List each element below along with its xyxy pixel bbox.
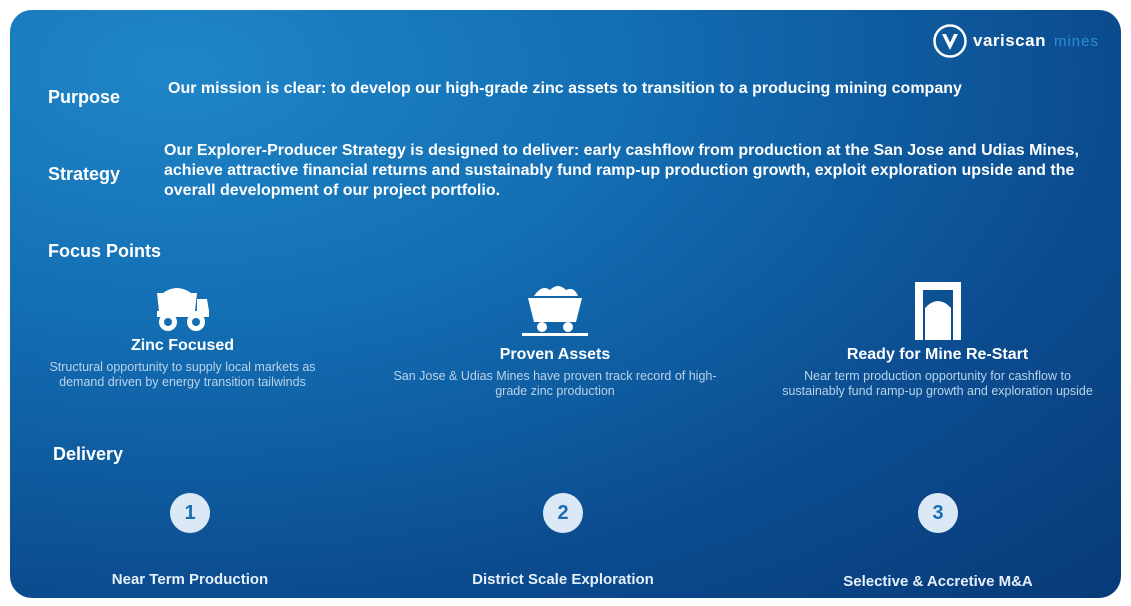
focus-item-mine-restart: Ready for Mine Re-Start Near term produc… xyxy=(780,282,1095,399)
strategy-label: Strategy xyxy=(48,164,121,184)
focus-points-heading: Focus Points xyxy=(48,241,162,261)
focus-description: San Jose & Udias Mines have proven track… xyxy=(393,369,717,398)
purpose-label: Purpose xyxy=(48,87,121,107)
delivery-title: Near Term Production xyxy=(111,571,269,588)
variscan-v-logo-icon xyxy=(933,24,967,58)
delivery-item-2: 2 District Scale Exploration xyxy=(413,493,713,588)
focus-description: Near term production opportunity for cas… xyxy=(782,369,1093,398)
focus-title: Ready for Mine Re-Start xyxy=(846,346,1029,363)
focus-item-zinc: Zinc Focused Structural opportunity to s… xyxy=(30,285,335,390)
focus-title: Zinc Focused xyxy=(130,337,235,354)
number-badge: 2 xyxy=(543,493,583,533)
delivery-heading: Delivery xyxy=(53,444,124,464)
brand-suffix: mines xyxy=(1053,32,1099,50)
slide: variscan mines Purpose Our mission is cl… xyxy=(10,10,1121,598)
strategy-text: Our Explorer-Producer Strategy is design… xyxy=(164,142,1079,199)
delivery-item-1: 1 Near Term Production xyxy=(40,493,340,588)
brand-name: variscan xyxy=(972,31,1046,50)
focus-item-proven-assets: Proven Assets San Jose & Udias Mines hav… xyxy=(390,282,720,399)
focus-description: Structural opportunity to supply local m… xyxy=(49,360,316,389)
mine-cart-icon xyxy=(522,286,588,336)
focus-title: Proven Assets xyxy=(499,346,611,363)
purpose-text: Our mission is clear: to develop our hig… xyxy=(168,80,962,97)
delivery-item-3: 3 Selective & Accretive M&A xyxy=(788,493,1088,590)
number-badge: 3 xyxy=(918,493,958,533)
mining-truck-icon xyxy=(156,288,209,331)
mine-entrance-icon xyxy=(914,282,961,340)
brand-logo: variscan mines xyxy=(933,24,1099,58)
delivery-title: Selective & Accretive M&A xyxy=(843,573,1033,590)
delivery-title: District Scale Exploration xyxy=(472,571,654,588)
number-badge: 1 xyxy=(170,493,210,533)
